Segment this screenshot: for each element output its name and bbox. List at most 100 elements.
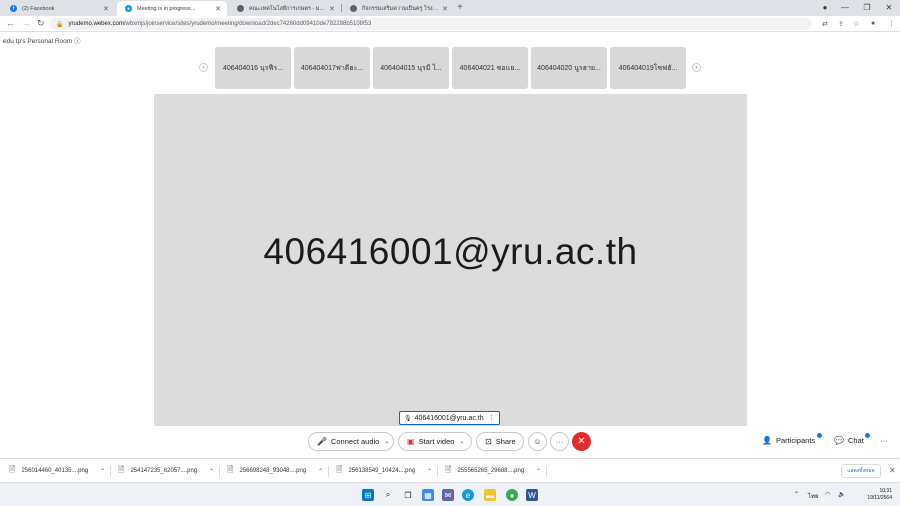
account-icon[interactable]: ● bbox=[871, 20, 875, 27]
task-view-icon[interactable]: ❒ bbox=[402, 489, 414, 501]
smiley-icon: ☺ bbox=[533, 437, 542, 446]
download-item[interactable]: 🗎 256698248_93048....png ⌃ bbox=[227, 464, 323, 478]
close-tab-icon[interactable]: ✕ bbox=[103, 5, 109, 13]
download-item[interactable]: 🗎 255565265_29688....png ⌃ bbox=[445, 464, 541, 478]
room-title-text: edu tp's Personal Room bbox=[3, 38, 73, 45]
file-icon: 🗎 bbox=[336, 465, 343, 474]
speaker-name-tag[interactable]: 🎙 406416001@yru.ac.th ⋮ bbox=[399, 411, 500, 425]
connect-audio-button[interactable]: 🎤 Connect audio ⌄ bbox=[308, 432, 394, 451]
share-screen-icon: ⊡ bbox=[485, 437, 492, 446]
close-tab-icon[interactable]: ✕ bbox=[442, 5, 448, 13]
back-arrow-icon[interactable]: ← bbox=[6, 18, 15, 28]
new-tab-button[interactable]: + bbox=[457, 2, 463, 13]
word-icon[interactable]: W bbox=[526, 489, 538, 501]
active-speaker-stage: 406416001@yru.ac.th bbox=[154, 94, 747, 426]
tab-title: Meeting is in progress... bbox=[137, 5, 196, 12]
close-window-icon[interactable]: ✕ bbox=[876, 0, 900, 14]
download-divider bbox=[546, 466, 547, 477]
tab-title: กิจกรรมเสริมความเป็นครู โรงเรียน ... bbox=[362, 5, 438, 12]
info-icon[interactable]: ⓘ bbox=[74, 38, 81, 45]
browser-tab-strip: f (2) Facebook ✕ ● Meeting is in progres… bbox=[0, 0, 900, 16]
url-host: yrudemo.webex.com bbox=[68, 21, 124, 27]
thumbnails-next-button[interactable]: › bbox=[692, 63, 701, 72]
audio-icon: 🎤 bbox=[317, 437, 327, 446]
downloads-bar: 🗎 256014460_40135....png ⌃ 🗎 254147235_6… bbox=[0, 458, 900, 482]
tab-agri-faculty[interactable]: คณะเทคโนโลยีการเกษตร - มหาวิทยาลัยราชภัฏ… bbox=[229, 1, 341, 16]
start-video-button[interactable]: ▣ Start video ⌄ bbox=[398, 432, 472, 451]
connect-audio-label: Connect audio bbox=[330, 437, 380, 446]
download-divider bbox=[437, 466, 438, 477]
chevron-down-icon: ⌄ bbox=[459, 439, 465, 445]
participant-thumbnail[interactable]: 406404021 ซอเเย... bbox=[452, 47, 528, 89]
thumbnails-prev-button[interactable]: ‹ bbox=[199, 63, 208, 72]
more-options-button[interactable]: ··· bbox=[550, 432, 569, 451]
panel-more-button[interactable]: ··· bbox=[880, 436, 888, 445]
more-icon: ··· bbox=[880, 436, 888, 445]
download-item[interactable]: 🗎 256014460_40135....png ⌃ bbox=[9, 464, 105, 478]
tray-chevron-up-icon[interactable]: ⌃ bbox=[794, 491, 799, 498]
tab-teacher-activity[interactable]: กิจกรรมเสริมความเป็นครู โรงเรียน ... ✕ bbox=[342, 1, 454, 16]
participant-thumbnail[interactable]: 406404020 นูรฮาย... bbox=[531, 47, 607, 89]
close-tab-icon[interactable]: ✕ bbox=[215, 5, 221, 13]
participant-thumbnail[interactable]: 406404015 นุรมี ไ... bbox=[373, 47, 449, 89]
more-icon: ··· bbox=[555, 437, 564, 446]
share-page-icon[interactable]: ⇪ bbox=[838, 20, 844, 28]
chevron-up-icon[interactable]: ⌃ bbox=[100, 468, 105, 475]
chevron-up-icon[interactable]: ⌃ bbox=[427, 468, 432, 475]
menu-kebab-icon[interactable]: ⋮ bbox=[888, 20, 895, 28]
participant-thumbnail[interactable]: 406404016 นุรฟีร... bbox=[215, 47, 291, 89]
chevron-up-icon[interactable]: ⌃ bbox=[209, 468, 214, 475]
start-menu-icon[interactable]: ⊞ bbox=[362, 489, 374, 501]
download-divider bbox=[328, 466, 329, 477]
input-language[interactable]: ไทย bbox=[808, 491, 819, 501]
share-button[interactable]: ⊡ Share bbox=[476, 432, 524, 451]
active-speaker-name: 406416001@yru.ac.th bbox=[263, 231, 638, 272]
forward-arrow-icon[interactable]: → bbox=[22, 18, 31, 28]
teams-icon[interactable]: ✉ bbox=[442, 489, 454, 501]
file-explorer-icon[interactable]: ▬ bbox=[484, 489, 496, 501]
file-icon: 🗎 bbox=[118, 465, 125, 474]
participant-thumbnail[interactable]: 406404019โซฟฮั... bbox=[610, 47, 686, 89]
windows-taskbar: ⊞ ⌕ ❒ ▦ ✉ e ▬ ● W ⌃ ไทย ◠ 🔈 10:31 19/11/… bbox=[0, 482, 900, 506]
bookmark-star-icon[interactable]: ☆ bbox=[853, 20, 859, 28]
chevron-up-icon[interactable]: ⌃ bbox=[318, 468, 323, 475]
download-divider bbox=[219, 466, 220, 477]
participant-thumbnail[interactable]: 406404017ฟาดีฮะ... bbox=[294, 47, 370, 89]
chat-bubble-icon: 💬 bbox=[834, 436, 844, 445]
tab-meeting[interactable]: ● Meeting is in progress... ✕ bbox=[117, 1, 227, 16]
download-item[interactable]: 🗎 256138549_10424....png ⌃ bbox=[336, 464, 432, 478]
start-video-label: Start video bbox=[418, 437, 455, 446]
search-icon[interactable]: ⌕ bbox=[382, 489, 394, 501]
close-downloads-icon[interactable]: ✕ bbox=[889, 466, 896, 475]
close-tab-icon[interactable]: ✕ bbox=[329, 5, 335, 13]
room-title: edu tp's Personal Room ⓘ bbox=[3, 35, 80, 45]
wifi-icon[interactable]: ◠ bbox=[825, 491, 830, 498]
volume-icon[interactable]: 🔈 bbox=[838, 491, 845, 498]
edge-icon[interactable]: e bbox=[462, 489, 474, 501]
widgets-icon[interactable]: ▦ bbox=[422, 489, 434, 501]
share-label: Share bbox=[495, 437, 516, 446]
address-bar[interactable]: 🔒 yrudemo.webex.com/wbxmjs/joinservice/s… bbox=[50, 18, 812, 30]
translate-icon[interactable]: ⇄ bbox=[822, 20, 828, 28]
file-icon: 🗎 bbox=[227, 465, 234, 474]
chevron-up-icon[interactable]: ⌃ bbox=[536, 468, 541, 475]
chat-button[interactable]: 💬 Chat bbox=[834, 436, 864, 445]
tab-facebook[interactable]: f (2) Facebook ✕ bbox=[2, 1, 115, 16]
download-item[interactable]: 🗎 254147235_62057....png ⌃ bbox=[118, 464, 214, 478]
tab-title: คณะเทคโนโลยีการเกษตร - มหาวิทยาลัยราชภัฏ… bbox=[249, 5, 325, 12]
chrome-icon[interactable]: ● bbox=[506, 489, 518, 501]
reload-icon[interactable]: ↻ bbox=[37, 18, 45, 29]
show-all-downloads-button[interactable]: แสดงทั้งหมด bbox=[841, 464, 881, 478]
participants-button[interactable]: 👤 Participants bbox=[762, 436, 815, 445]
facebook-icon: f bbox=[10, 5, 17, 12]
globe-icon bbox=[350, 5, 357, 12]
reactions-button[interactable]: ☺ bbox=[528, 432, 547, 451]
download-filename: 256014460_40135....png bbox=[21, 468, 89, 474]
download-filename: 255565265_29688....png bbox=[457, 468, 525, 474]
more-options-icon[interactable]: ⋮ bbox=[488, 414, 495, 422]
leave-meeting-button[interactable]: ✕ bbox=[572, 432, 591, 451]
system-clock[interactable]: 10:31 19/11/2564 bbox=[858, 488, 892, 502]
file-icon: 🗎 bbox=[445, 465, 452, 474]
download-filename: 256138549_10424....png bbox=[348, 468, 416, 474]
url-path: /wbxmjs/joinservice/sites/yrudemo/meetin… bbox=[123, 21, 372, 27]
